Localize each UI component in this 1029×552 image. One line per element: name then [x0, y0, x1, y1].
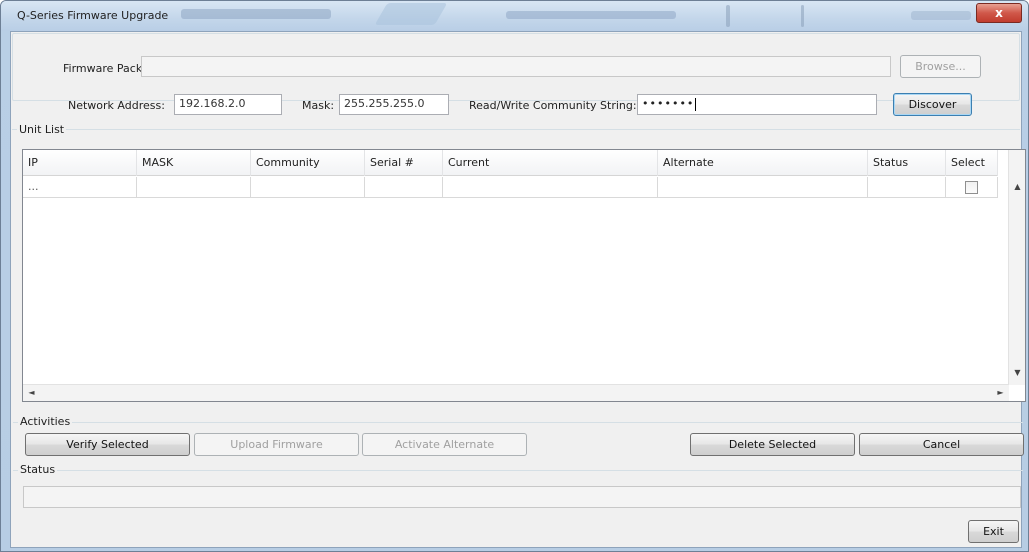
mask-input[interactable]: 255.255.255.0	[339, 94, 449, 115]
discover-button[interactable]: Discover	[893, 93, 972, 116]
cell-alternate[interactable]	[658, 177, 868, 198]
activate-alternate-button[interactable]: Activate Alternate	[362, 433, 527, 456]
table-row[interactable]: ...	[23, 177, 998, 198]
cell-status[interactable]	[868, 177, 946, 198]
activities-title: Activities	[18, 415, 73, 428]
text-cursor	[695, 97, 697, 111]
delete-selected-button[interactable]: Delete Selected	[690, 433, 855, 456]
unit-list-title: Unit List	[17, 123, 67, 136]
close-button[interactable]: x	[976, 3, 1022, 23]
network-address-label: Network Address:	[68, 99, 165, 112]
community-string-value: •••••••	[642, 97, 695, 110]
vertical-scrollbar[interactable]: ▲ ▼	[1008, 150, 1025, 385]
close-icon: x	[995, 6, 1003, 20]
status-title: Status	[18, 463, 58, 476]
background-blur	[726, 5, 730, 27]
unit-list-divider	[12, 129, 1020, 130]
status-divider	[13, 470, 1023, 471]
app-window: Q-Series Firmware Upgrade x Firmware Pac…	[0, 0, 1029, 552]
window-title: Q-Series Firmware Upgrade	[17, 9, 169, 22]
column-header-mask[interactable]: MASK	[137, 150, 251, 176]
unit-list-table[interactable]: IP MASK Community Serial # Current Alter…	[22, 149, 1026, 402]
mask-label: Mask:	[302, 99, 335, 112]
cell-community[interactable]	[251, 177, 365, 198]
cell-ip[interactable]: ...	[23, 177, 137, 198]
community-string-label: Read/Write Community String:	[469, 99, 637, 112]
community-string-input[interactable]: •••••••	[637, 94, 877, 115]
upload-firmware-button[interactable]: Upload Firmware	[194, 433, 359, 456]
select-checkbox[interactable]	[965, 181, 978, 194]
cell-current[interactable]	[443, 177, 658, 198]
network-address-input[interactable]: 192.168.2.0	[174, 94, 282, 115]
exit-button[interactable]: Exit	[968, 520, 1019, 543]
scroll-right-icon[interactable]: ►	[992, 388, 1009, 397]
background-blur	[181, 9, 331, 19]
column-header-serial[interactable]: Serial #	[365, 150, 443, 176]
background-blur	[801, 5, 804, 27]
cancel-button[interactable]: Cancel	[859, 433, 1024, 456]
table-header: IP MASK Community Serial # Current Alter…	[23, 150, 998, 176]
cell-select	[946, 177, 998, 198]
scroll-up-icon[interactable]: ▲	[1009, 182, 1026, 191]
column-header-ip[interactable]: IP	[23, 150, 137, 176]
horizontal-scrollbar[interactable]: ◄ ►	[23, 384, 1009, 401]
background-blur	[506, 11, 676, 19]
column-header-alternate[interactable]: Alternate	[658, 150, 868, 176]
firmware-pack-field[interactable]	[141, 56, 891, 77]
scroll-left-icon[interactable]: ◄	[23, 388, 40, 397]
column-header-current[interactable]: Current	[443, 150, 658, 176]
column-header-community[interactable]: Community	[251, 150, 365, 176]
activities-divider	[13, 422, 1023, 423]
background-blur	[374, 3, 448, 25]
firmware-pack-label: Firmware Pack:	[63, 62, 146, 75]
column-header-status[interactable]: Status	[868, 150, 946, 176]
verify-selected-button[interactable]: Verify Selected	[25, 433, 190, 456]
scroll-down-icon[interactable]: ▼	[1009, 368, 1026, 377]
column-header-select[interactable]: Select	[946, 150, 998, 176]
browse-button[interactable]: Browse...	[900, 55, 981, 78]
background-blur	[911, 11, 971, 20]
cell-mask[interactable]	[137, 177, 251, 198]
title-bar[interactable]: Q-Series Firmware Upgrade x	[1, 1, 1028, 31]
cell-serial[interactable]	[365, 177, 443, 198]
status-field	[23, 486, 1021, 508]
